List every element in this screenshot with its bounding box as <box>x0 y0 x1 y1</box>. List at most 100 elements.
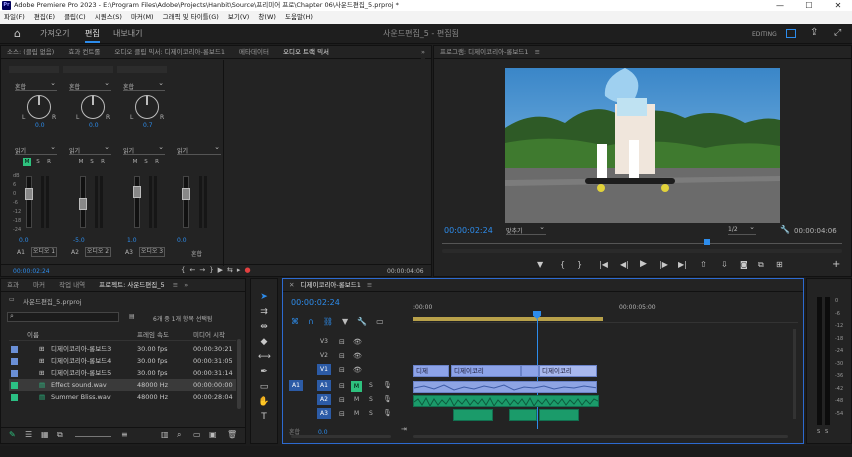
fader-handle[interactable] <box>79 198 87 210</box>
wrench-icon[interactable]: 🔧 <box>780 225 790 234</box>
list-item[interactable]: ▤ Summer Bliss.wav 48000 Hz 00:00:28:04 <box>9 391 236 403</box>
fader-value[interactable]: 0.0 <box>19 237 29 244</box>
menu-view[interactable]: 보기(V) <box>228 13 249 21</box>
tab-project[interactable]: 프로젝트: 사운드편집_5 <box>99 280 164 291</box>
mark-out-icon[interactable]: } <box>577 260 582 269</box>
nest-icon[interactable]: ⌘ <box>291 317 308 326</box>
tab-effects[interactable]: 효과 <box>7 279 19 291</box>
go-to-end-icon[interactable]: ⇥ <box>401 425 407 433</box>
step-forward-icon[interactable]: |▶ <box>659 260 668 269</box>
tab-audio-clip-mixer[interactable]: 오디오 클립 믹서: 디제이코리아-롱보드1 <box>114 46 225 58</box>
record-button[interactable]: R <box>99 158 107 166</box>
solo-button[interactable]: S <box>369 410 373 417</box>
playhead-marker[interactable] <box>704 239 710 245</box>
automation-dropdown[interactable]: 읽기 <box>69 143 111 155</box>
panel-menu-icon[interactable]: ≡ <box>173 281 178 289</box>
eye-icon[interactable]: 👁 <box>353 366 362 374</box>
resolution-dropdown[interactable]: 1/2 <box>728 223 756 235</box>
tab-import[interactable]: 가져오기 <box>40 28 69 39</box>
master-fader[interactable] <box>183 176 189 228</box>
panel-overflow-icon[interactable]: » <box>184 281 188 289</box>
track-label[interactable]: A3 <box>317 408 331 419</box>
new-item-icon[interactable]: ▣ <box>209 430 217 439</box>
trash-icon[interactable]: 🗑 <box>227 430 237 439</box>
goto-in-icon[interactable]: {← <box>181 266 199 274</box>
track-label[interactable]: V3 <box>317 336 331 347</box>
track-label[interactable]: V2 <box>317 350 331 361</box>
slip-tool-icon[interactable]: ⟷ <box>258 351 271 363</box>
sequence-tab[interactable]: 디제이코리아-롱보드1 <box>301 281 361 289</box>
menu-file[interactable]: 파일(F) <box>4 13 25 21</box>
close-icon[interactable]: ✕ <box>289 281 294 289</box>
video-clip[interactable]: 디제이코리 <box>539 365 597 377</box>
sort-icon[interactable]: ≡ <box>121 430 128 439</box>
program-timecode[interactable]: 00:00:02:24 <box>444 226 493 235</box>
fullscreen-icon[interactable]: ⤢ <box>834 28 841 38</box>
goto-out-icon[interactable]: →} <box>199 266 217 274</box>
solo-button[interactable]: S <box>369 382 373 389</box>
master-automation-dropdown[interactable]: 읽기 <box>177 143 221 155</box>
audio-clip-a3[interactable] <box>509 409 537 421</box>
solo-left-button[interactable]: S <box>817 429 820 435</box>
fit-dropdown[interactable]: 맞추기 <box>506 223 546 235</box>
eye-icon[interactable]: 👁 <box>353 352 362 360</box>
type-tool-icon[interactable]: T <box>258 411 270 423</box>
mute-button[interactable]: M <box>354 396 359 403</box>
video-clip[interactable]: 디제이코리 <box>451 365 521 377</box>
fader-value[interactable]: 1.0 <box>127 237 137 244</box>
fader-value[interactable]: -5.0 <box>73 237 85 244</box>
solo-button[interactable]: S <box>142 158 150 166</box>
tab-history[interactable]: 작업 내역 <box>59 279 85 291</box>
track-label[interactable]: V1 <box>317 364 331 375</box>
menu-graphics[interactable]: 그래픽 및 타이틀(G) <box>163 13 219 21</box>
tab-metadata[interactable]: 메타데이터 <box>239 46 269 58</box>
solo-button[interactable]: S <box>88 158 96 166</box>
menu-marker[interactable]: 마커(M) <box>131 13 154 21</box>
program-video-frame[interactable] <box>505 68 780 223</box>
master-fader-handle[interactable] <box>182 188 190 200</box>
list-item[interactable]: ⊞ 디제이코리아-롱보드5 30.00 fps 00:00:31:14 <box>9 367 236 379</box>
zoom-scrollbar[interactable] <box>442 249 842 253</box>
lift-icon[interactable]: ⇧ <box>700 260 707 269</box>
add-marker-icon[interactable]: ▼ <box>342 317 357 326</box>
pan-knob[interactable] <box>81 95 105 119</box>
track-select-tool-icon[interactable]: ⇉ <box>258 306 270 318</box>
maximize-button[interactable]: ☐ <box>795 0 823 11</box>
automate-to-sequence-icon[interactable]: ▥ <box>161 430 169 439</box>
loop-icon[interactable]: ⇆ <box>227 266 237 274</box>
pan-value[interactable]: 0.0 <box>89 122 99 129</box>
project-scrollbar[interactable] <box>237 339 241 409</box>
panel-menu-icon[interactable]: ≡ <box>367 281 372 289</box>
share-icon[interactable]: ⇪ <box>810 27 818 38</box>
selection-tool-icon[interactable]: ➤ <box>258 291 270 303</box>
column-media-start[interactable]: 미디어 시작 <box>193 330 225 341</box>
horizontal-zoom-scrollbar[interactable] <box>413 435 788 438</box>
column-name[interactable]: 이름 <box>27 330 39 341</box>
track-label[interactable]: A2 <box>317 394 331 405</box>
program-monitor-title[interactable]: 프로그램: 디제이코리아-롱보드1 <box>440 48 528 56</box>
close-button[interactable]: ✕ <box>824 0 852 11</box>
column-frame-rate[interactable]: 프레임 속도 <box>137 330 169 341</box>
tab-export[interactable]: 내보내기 <box>113 28 142 39</box>
snap-icon[interactable]: ∩ <box>308 317 323 326</box>
mute-button[interactable]: M <box>354 410 359 417</box>
list-item[interactable]: ⊞ 디제이코리아-롱보드4 30.00 fps 00:00:31:05 <box>9 355 236 367</box>
voice-over-icon[interactable]: 🎙 <box>383 409 392 417</box>
audio-clip-a1[interactable] <box>413 381 597 393</box>
sync-lock-icon[interactable]: ⊟ <box>339 352 345 360</box>
timeline-scrollbar[interactable] <box>793 329 796 419</box>
razor-tool-icon[interactable]: ◆ <box>258 336 270 348</box>
sync-lock-icon[interactable]: ⊟ <box>339 382 345 390</box>
pencil-icon[interactable]: ✎ <box>9 430 16 439</box>
new-bin-icon[interactable]: ▤ <box>129 313 135 320</box>
mute-button[interactable]: M <box>23 158 31 166</box>
hand-tool-icon[interactable]: ✋ <box>258 396 270 408</box>
pan-value[interactable]: 0.7 <box>143 122 153 129</box>
wrench-icon[interactable]: 🔧 <box>357 317 376 326</box>
mute-button[interactable]: M <box>77 158 85 166</box>
menu-clip[interactable]: 클립(C) <box>64 13 86 21</box>
minimize-button[interactable]: — <box>766 0 794 11</box>
linked-selection-icon[interactable]: ⛓ <box>323 317 342 326</box>
menu-help[interactable]: 도움말(H) <box>285 13 313 21</box>
mark-in-icon[interactable]: { <box>560 260 565 269</box>
